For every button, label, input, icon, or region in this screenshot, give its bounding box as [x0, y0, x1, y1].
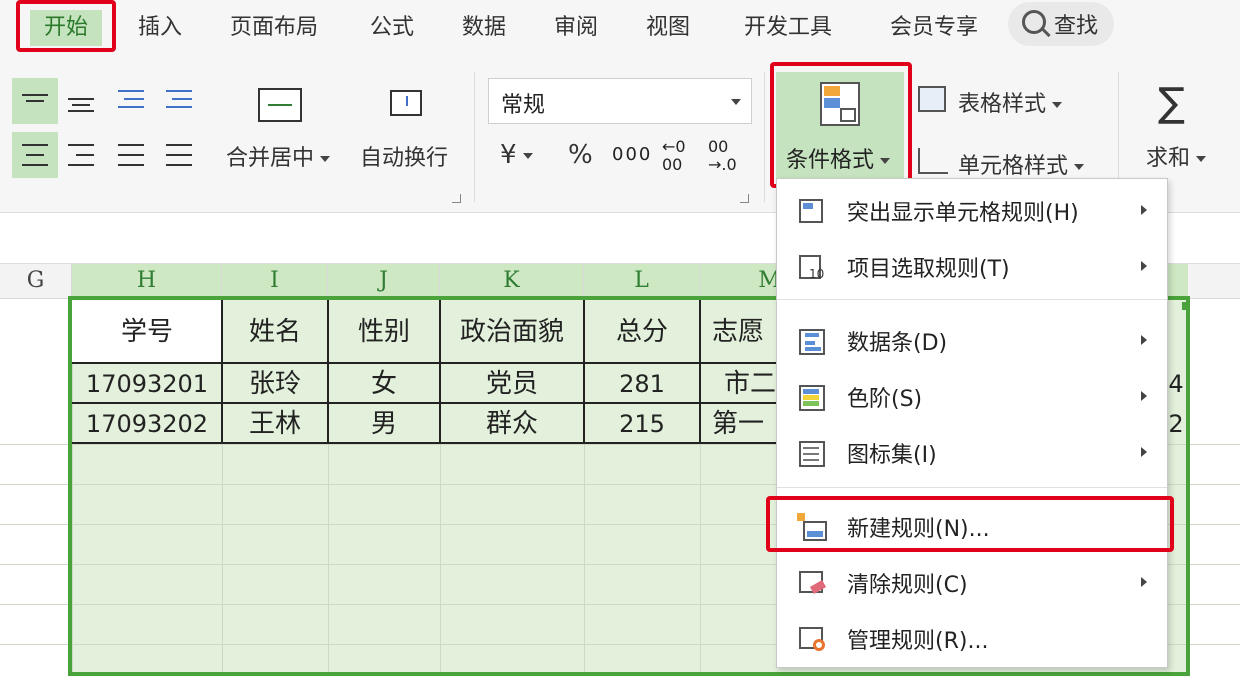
conditional-format-menu: 突出显示单元格规则(H) 10 项目选取规则(T) 数据条(D) 色阶(S) 图…	[776, 178, 1168, 668]
icon-sets-icon	[797, 437, 827, 469]
tab-member[interactable]: 会员专享	[890, 10, 978, 46]
menu-item-top-bottom-rules[interactable]: 10 项目选取规则(T)	[777, 239, 1167, 295]
merge-center-label: 合并居中	[226, 146, 315, 171]
sum-button[interactable]: 求和	[1146, 140, 1207, 172]
tab-insert[interactable]: 插入	[138, 10, 182, 46]
menu-item-highlight-cells[interactable]: 突出显示单元格规则(H)	[777, 183, 1167, 239]
menu-item-label: 管理规则(R)...	[847, 629, 989, 654]
align-left-button[interactable]	[12, 132, 58, 178]
chevron-down-icon	[1196, 156, 1207, 162]
tab-data[interactable]: 数据	[462, 10, 506, 46]
chevron-down-icon	[731, 99, 741, 105]
number-format-select[interactable]: 常规	[488, 78, 752, 124]
tab-page-layout[interactable]: 页面布局	[230, 10, 318, 46]
sum-icon: ∑	[1158, 80, 1185, 126]
chevron-down-icon	[522, 152, 533, 159]
merge-center-icon	[258, 88, 302, 122]
dialog-launcher-icon[interactable]	[740, 194, 749, 203]
menu-item-label: 数据条(D)	[847, 331, 948, 356]
dialog-launcher-icon[interactable]	[452, 194, 461, 203]
chevron-down-icon	[320, 156, 331, 162]
search-icon	[1022, 10, 1046, 34]
conditional-format-highlight	[770, 62, 912, 188]
home-tab-highlight	[16, 0, 116, 52]
tab-view[interactable]: 视图	[646, 10, 690, 46]
menu-item-label: 项目选取规则(T)	[847, 257, 1010, 282]
menu-item-clear-rules[interactable]: 清除规则(C)	[777, 555, 1167, 611]
new-rule-highlight	[766, 496, 1174, 552]
menu-separator	[777, 487, 1167, 488]
table-style-button[interactable]: 表格样式	[958, 86, 1063, 118]
data-bars-icon	[797, 325, 827, 357]
indent-increase-button[interactable]	[156, 78, 202, 124]
ribbon-separator	[474, 72, 475, 202]
menu-item-label: 清除规则(C)	[847, 573, 968, 598]
chevron-down-icon	[1074, 164, 1085, 170]
chevron-right-icon	[1141, 335, 1147, 345]
align-middle-button[interactable]	[58, 78, 104, 124]
highlight-cells-icon	[797, 195, 827, 227]
cell-style-button[interactable]: 单元格样式	[958, 148, 1085, 180]
top-bottom-icon: 10	[797, 251, 827, 283]
column-header-i[interactable]: I	[222, 264, 328, 298]
manage-rules-icon	[797, 623, 827, 655]
currency-button[interactable]: ¥	[500, 140, 533, 170]
menu-item-icon-sets[interactable]: 图标集(I)	[777, 425, 1167, 481]
chevron-right-icon	[1141, 391, 1147, 401]
align-center-button[interactable]	[58, 132, 104, 178]
sum-label: 求和	[1146, 146, 1191, 171]
increase-decimal-button[interactable]: ←0 00	[662, 138, 686, 174]
cell-style-icon	[918, 148, 948, 174]
chevron-right-icon	[1141, 205, 1147, 215]
align-top-button[interactable]	[12, 78, 58, 124]
chevron-right-icon	[1141, 577, 1147, 587]
menu-item-label: 图标集(I)	[847, 443, 937, 468]
fill-handle[interactable]	[1182, 302, 1190, 310]
menu-separator	[777, 299, 1167, 300]
wrap-text-button[interactable]: 自动换行	[360, 140, 448, 172]
menu-item-label: 突出显示单元格规则(H)	[847, 201, 1079, 226]
table-style-icon	[918, 86, 946, 112]
column-header-j[interactable]: J	[328, 264, 440, 298]
tab-review[interactable]: 审阅	[554, 10, 598, 46]
thousands-button[interactable]: 000	[612, 144, 652, 165]
menu-item-label: 色阶(S)	[847, 387, 923, 412]
merge-center-button[interactable]: 合并居中	[226, 140, 331, 172]
menu-item-color-scale[interactable]: 色阶(S)	[777, 369, 1167, 425]
distributed-align-button[interactable]	[156, 132, 202, 178]
wrap-text-icon	[390, 90, 422, 116]
tab-formulas[interactable]: 公式	[370, 10, 414, 46]
number-format-value: 常规	[501, 93, 546, 118]
percent-button[interactable]: %	[568, 140, 593, 170]
clear-rules-icon	[797, 567, 827, 599]
cell-style-label: 单元格样式	[958, 154, 1069, 179]
chevron-right-icon	[1141, 261, 1147, 271]
column-header-h[interactable]: H	[72, 264, 222, 298]
table-style-label: 表格样式	[958, 92, 1047, 117]
color-scale-icon	[797, 381, 827, 413]
column-header-k[interactable]: K	[440, 264, 584, 298]
currency-icon: ¥	[500, 140, 517, 170]
menu-item-data-bars[interactable]: 数据条(D)	[777, 313, 1167, 369]
chevron-right-icon	[1141, 447, 1147, 457]
chevron-down-icon	[1052, 102, 1063, 108]
ribbon-separator	[764, 72, 765, 202]
decrease-decimal-button[interactable]: 00 →.0	[708, 138, 737, 174]
column-header-l[interactable]: L	[584, 264, 700, 298]
align-right-button[interactable]	[108, 132, 154, 178]
menu-item-manage-rules[interactable]: 管理规则(R)...	[777, 611, 1167, 667]
search-label: 查找	[1054, 14, 1099, 39]
indent-decrease-button[interactable]	[108, 78, 154, 124]
tab-developer[interactable]: 开发工具	[744, 10, 832, 46]
column-header-g[interactable]: G	[0, 264, 72, 298]
